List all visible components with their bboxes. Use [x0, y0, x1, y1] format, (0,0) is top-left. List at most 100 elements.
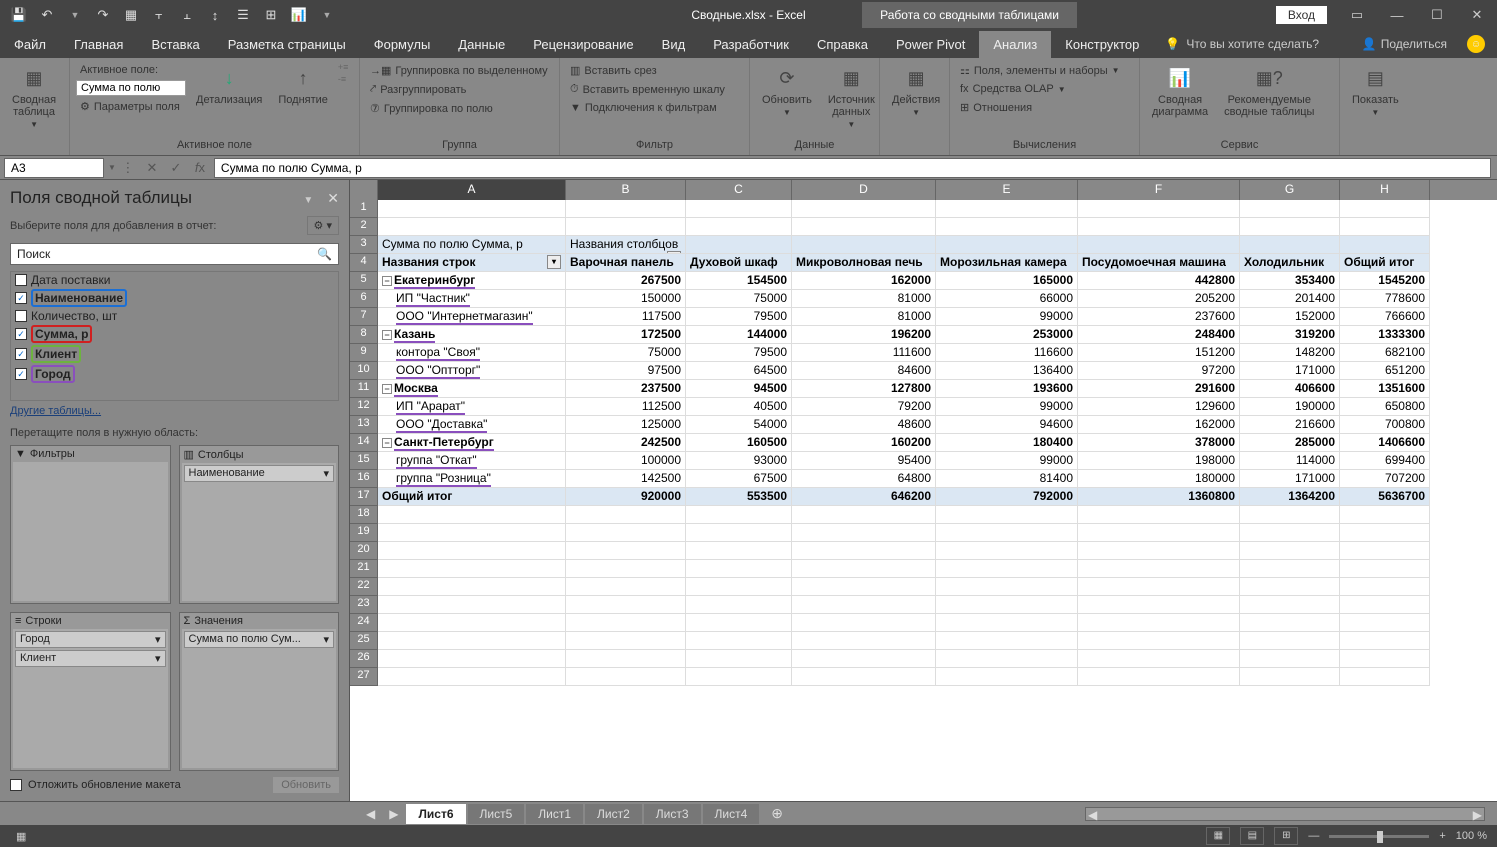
table-row[interactable]: 10ООО "Оптторг"9750064500846001364009720… [350, 362, 1497, 380]
qat-btn-4[interactable]: ↕ [204, 4, 226, 26]
pane-gear-button[interactable]: ⚙ ▾ [307, 216, 339, 235]
tab-powerpivot[interactable]: Power Pivot [882, 31, 979, 58]
cell[interactable]: 97200 [1078, 362, 1240, 380]
qat-btn-1[interactable]: ▦ [120, 4, 142, 26]
cell[interactable]: 267500 [566, 272, 686, 290]
table-row[interactable]: 7ООО "Интернетмагазин"117500795008100099… [350, 308, 1497, 326]
cell[interactable] [378, 542, 566, 560]
cell[interactable]: 94500 [686, 380, 792, 398]
cell[interactable] [378, 560, 566, 578]
cell[interactable] [792, 506, 936, 524]
cell[interactable]: 67500 [686, 470, 792, 488]
fx-icon[interactable]: fx [188, 160, 212, 175]
pane-close-icon[interactable]: ✕ [327, 190, 339, 206]
cell[interactable] [686, 524, 792, 542]
cell[interactable]: 1351600 [1340, 380, 1430, 398]
cell[interactable]: 97500 [566, 362, 686, 380]
cell[interactable] [1078, 560, 1240, 578]
cell[interactable]: 442800 [1078, 272, 1240, 290]
cell[interactable]: 117500 [566, 308, 686, 326]
cell[interactable]: 79500 [686, 344, 792, 362]
area-columns[interactable]: ▥Столбцы Наименование▾ [179, 445, 340, 604]
save-icon[interactable]: 💾 [8, 4, 30, 26]
cell[interactable] [686, 632, 792, 650]
cell[interactable] [1340, 524, 1430, 542]
cell[interactable]: 125000 [566, 416, 686, 434]
qat-btn-6[interactable]: ⊞ [260, 4, 282, 26]
field-search-input[interactable]: Поиск🔍 [10, 243, 339, 265]
table-row[interactable]: 19 [350, 524, 1497, 542]
cell[interactable] [378, 506, 566, 524]
horizontal-scrollbar[interactable]: ◀▶ [1085, 807, 1485, 821]
cell[interactable] [566, 668, 686, 686]
accept-formula-icon[interactable]: ✓ [164, 160, 188, 176]
sheet-tab-1[interactable]: Лист6 [406, 804, 465, 824]
cell[interactable]: 319200 [1240, 326, 1340, 344]
cell[interactable]: 66000 [936, 290, 1078, 308]
fields-items-button[interactable]: ⚏Поля, элементы и наборы▼ [956, 62, 1124, 79]
cell[interactable] [1078, 650, 1240, 668]
cell[interactable] [1240, 236, 1340, 254]
cell[interactable] [1078, 578, 1240, 596]
qat-btn-7[interactable]: 📊 [288, 4, 310, 26]
cell[interactable]: Общий итог [378, 488, 566, 506]
cell[interactable]: 198000 [1078, 452, 1240, 470]
cell[interactable] [378, 614, 566, 632]
cell[interactable]: 291600 [1078, 380, 1240, 398]
cell[interactable] [686, 578, 792, 596]
col-A[interactable]: A [378, 180, 566, 200]
cell[interactable]: ООО "Интернетмагазин" [378, 308, 566, 326]
col-F[interactable]: F [1078, 180, 1240, 200]
qat-btn-5[interactable]: ☰ [232, 4, 254, 26]
refresh-button[interactable]: ⟳Обновить▼ [756, 62, 818, 119]
cell[interactable]: 237500 [566, 380, 686, 398]
cell[interactable]: 64800 [792, 470, 936, 488]
cell[interactable]: 151200 [1078, 344, 1240, 362]
cell[interactable] [1078, 668, 1240, 686]
show-button[interactable]: ▤Показать▼ [1346, 62, 1405, 119]
col-B[interactable]: B [566, 180, 686, 200]
cell[interactable]: 248400 [1078, 326, 1240, 344]
table-row[interactable]: 5−Екатеринбург26750015450016200016500044… [350, 272, 1497, 290]
cell[interactable]: 190000 [1240, 398, 1340, 416]
cell[interactable] [1240, 650, 1340, 668]
tab-view[interactable]: Вид [648, 31, 700, 58]
cell[interactable]: 79200 [792, 398, 936, 416]
cell[interactable]: −Санкт-Петербург [378, 434, 566, 452]
cell[interactable]: 160200 [792, 434, 936, 452]
cell[interactable] [792, 200, 936, 218]
cell[interactable]: 112500 [566, 398, 686, 416]
cell[interactable]: 142500 [566, 470, 686, 488]
cell[interactable]: Названия столбцов▾ [566, 236, 686, 254]
normal-view-icon[interactable]: ▦ [1206, 827, 1230, 845]
cell[interactable]: 127800 [792, 380, 936, 398]
cell[interactable] [378, 218, 566, 236]
cell[interactable]: 699400 [1340, 452, 1430, 470]
field-name[interactable]: Наименование [11, 288, 338, 308]
cell[interactable]: 920000 [566, 488, 686, 506]
minimize-icon[interactable]: — [1377, 0, 1417, 30]
area-values[interactable]: ΣЗначения Сумма по полю Сум...▾ [179, 612, 340, 771]
tab-design[interactable]: Конструктор [1051, 31, 1153, 58]
row-item-city[interactable]: Город▾ [15, 631, 166, 648]
cell[interactable]: 205200 [1078, 290, 1240, 308]
cell[interactable]: 700800 [1340, 416, 1430, 434]
cell[interactable]: 93000 [686, 452, 792, 470]
cell[interactable] [378, 200, 566, 218]
tab-nav-next[interactable]: ▶ [383, 807, 404, 821]
cell[interactable]: 682100 [1340, 344, 1430, 362]
cell[interactable] [686, 218, 792, 236]
cell[interactable]: 144000 [686, 326, 792, 344]
cell[interactable] [792, 524, 936, 542]
tab-review[interactable]: Рецензирование [519, 31, 647, 58]
cell[interactable]: 100000 [566, 452, 686, 470]
cell[interactable]: 242500 [566, 434, 686, 452]
cell[interactable]: 75000 [566, 344, 686, 362]
cell[interactable]: 136400 [936, 362, 1078, 380]
cell[interactable] [936, 542, 1078, 560]
ribbon-display-icon[interactable]: ▭ [1337, 0, 1377, 30]
add-sheet-icon[interactable]: ⊕ [761, 805, 793, 822]
cell[interactable]: Духовой шкаф [686, 254, 792, 272]
cell[interactable] [1340, 542, 1430, 560]
sheet-tab-2[interactable]: Лист5 [468, 804, 525, 824]
